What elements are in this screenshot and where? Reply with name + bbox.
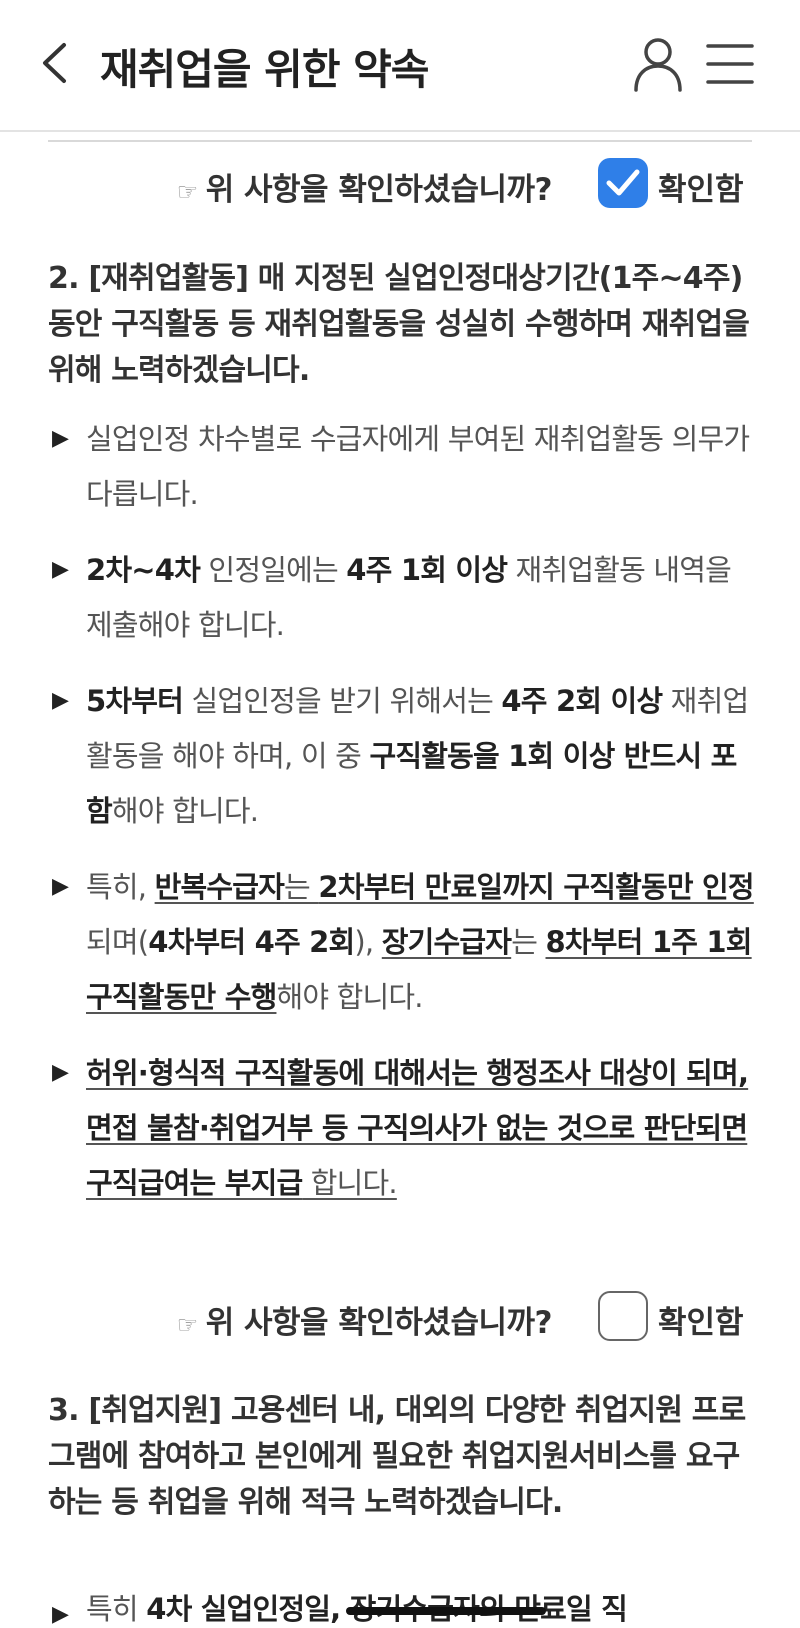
pointing-hand-icon: ☞ <box>176 178 199 206</box>
section-3-heading: 3. [취업지원] 고용센터 내, 대외의 다양한 취업지원 프로그램에 참여하… <box>48 1393 746 1520</box>
bullet-text: 특히, 반복수급자는 2차부터 만료일까지 구직활동만 인정되며(4차부터 4주… <box>86 870 755 1014</box>
bullet-arrow-icon: ▶ <box>52 688 69 713</box>
confirm-row-1: ☞ 위 사항을 확인하셨습니까? 확인함 <box>0 156 800 208</box>
confirm-question: ☞ 위 사항을 확인하셨습니까? <box>176 164 553 209</box>
confirm-row-2: ☞ 위 사항을 확인하셨습니까? 확인함 <box>0 1289 800 1341</box>
menu-button[interactable] <box>704 40 756 88</box>
confirm-label[interactable]: 확인함 <box>658 1297 744 1342</box>
checkmark-icon <box>606 169 640 196</box>
bullet-arrow-icon: ▶ <box>52 1602 69 1627</box>
bullet-text: 실업인정 차수별로 수급자에게 부여된 재취업활동 의무가 다릅니다. <box>86 422 750 511</box>
hamburger-menu-icon <box>706 44 754 84</box>
bullet-arrow-icon: ▶ <box>52 426 69 451</box>
page-title: 재취업을 위한 약속 <box>100 45 429 94</box>
confirm-question: ☞ 위 사항을 확인하셨습니까? <box>176 1297 553 1342</box>
confirm-checkbox-1[interactable] <box>598 158 648 208</box>
bullet-arrow-icon: ▶ <box>52 1060 69 1085</box>
user-button[interactable] <box>632 36 684 92</box>
bullet-text: 2차~4차 인정일에는 4주 1회 이상 재취업활동 내역을 제출해야 합니다. <box>86 553 732 642</box>
bullet-arrow-icon: ▶ <box>52 874 69 899</box>
confirm-checkbox-2[interactable] <box>598 1291 648 1341</box>
bullet-text: 허위·형식적 구직활동에 대해서는 행정조사 대상이 되며, 면접 불참·취업거… <box>86 1056 749 1200</box>
home-indicator[interactable] <box>346 1607 546 1615</box>
pointing-hand-icon: ☞ <box>176 1311 199 1339</box>
confirm-question-text: 위 사항을 확인하셨습니까? <box>205 1305 553 1341</box>
chevron-left-icon <box>43 43 66 83</box>
app-header: 재취업을 위한 약속 <box>0 0 800 132</box>
confirm-question-text: 위 사항을 확인하셨습니까? <box>205 172 553 208</box>
back-button[interactable] <box>34 38 74 88</box>
section-divider <box>48 140 752 142</box>
section-2-heading: 2. [재취업활동] 매 지정된 실업인정대상기간(1주~4주) 동안 구직활동… <box>48 261 750 388</box>
user-icon <box>634 38 682 92</box>
bullet-text: 5차부터 실업인정을 받기 위해서는 4주 2회 이상 재취업활동을 해야 하며… <box>86 684 749 828</box>
confirm-label[interactable]: 확인함 <box>658 164 744 209</box>
bullet-arrow-icon: ▶ <box>52 557 69 582</box>
